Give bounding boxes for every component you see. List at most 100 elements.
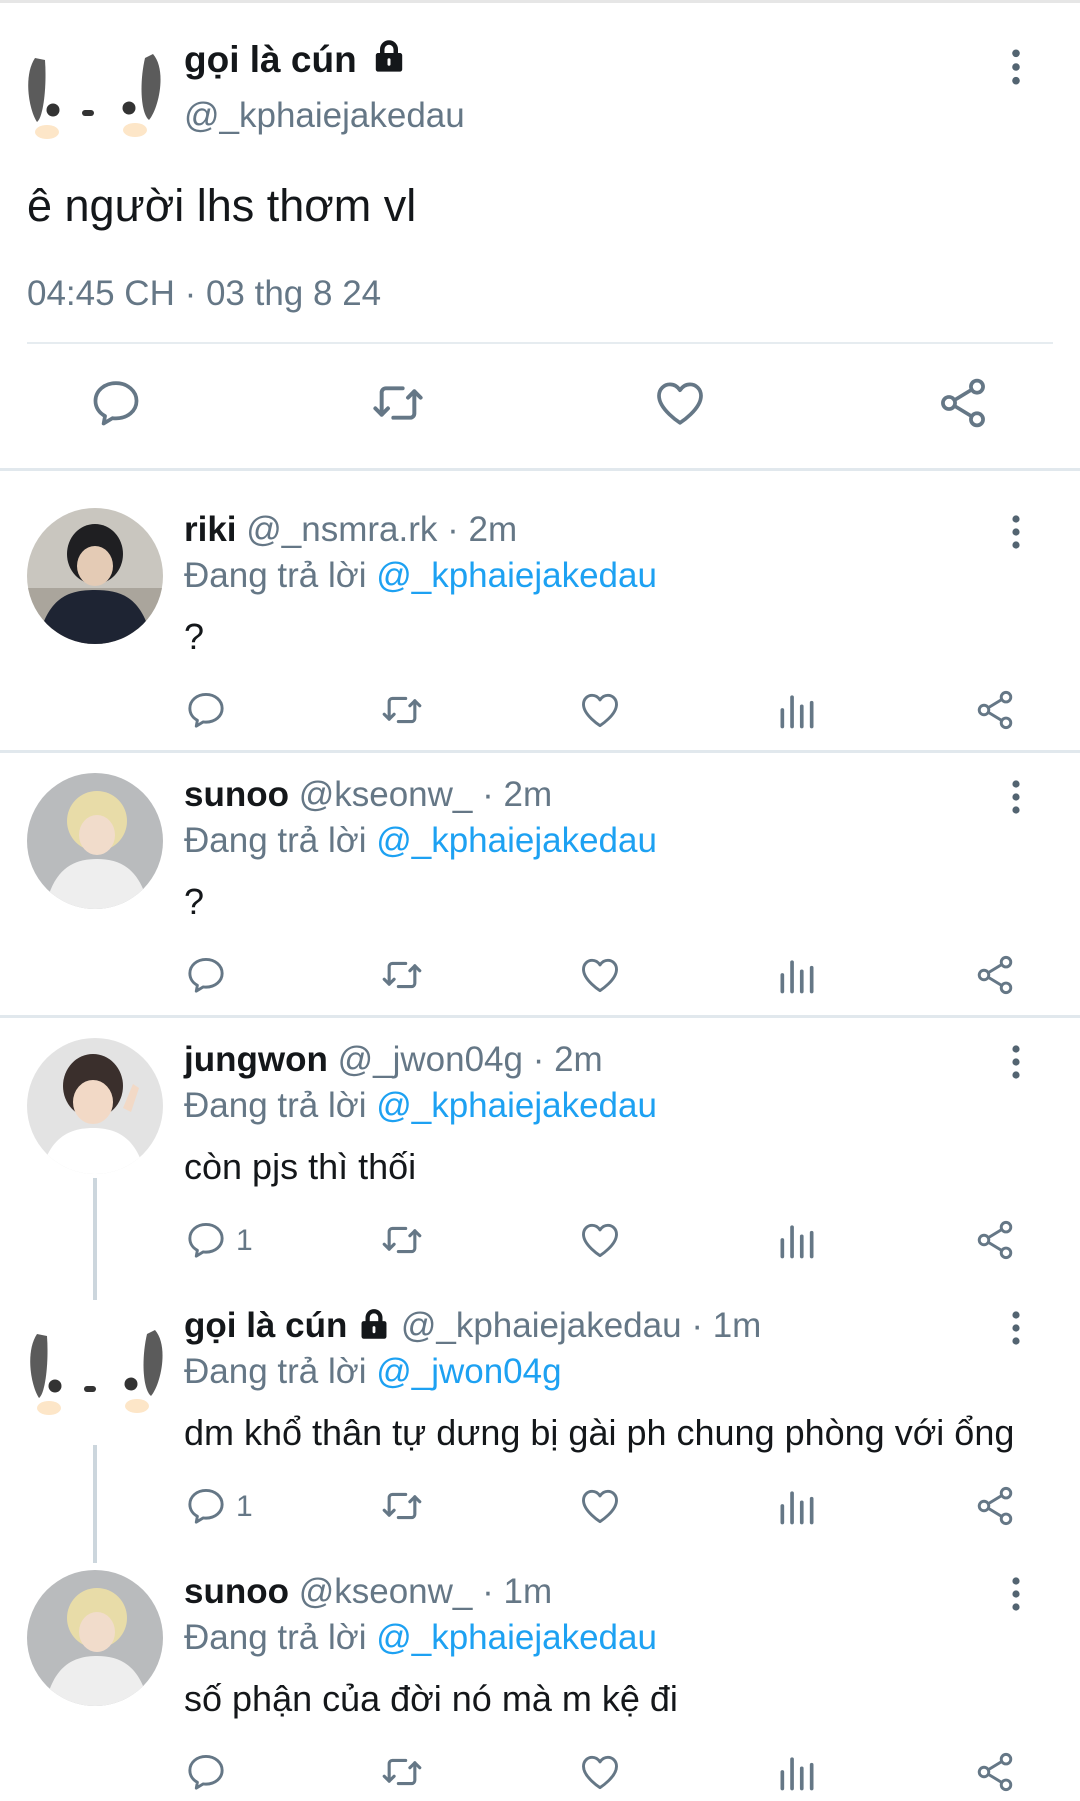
retweet-icon[interactable] <box>380 1750 424 1794</box>
reply-time: · 2m <box>447 510 518 549</box>
reply-time: · 2m <box>482 775 553 814</box>
reply-handle[interactable]: @kseonw_ <box>299 775 473 814</box>
reply-display-name[interactable]: gọi là cún <box>184 1306 347 1345</box>
reply-actions <box>0 688 1080 736</box>
display-name-text: gọi là cún <box>184 39 357 80</box>
dog-face-avatar[interactable] <box>27 1324 167 1424</box>
reply-actions: 1 <box>0 1218 1080 1266</box>
reply-handle[interactable]: @_jwon04g <box>338 1040 523 1079</box>
main-tweet: gọi là cún @_kphaiejakedau ê người lhs t… <box>0 0 1080 470</box>
divider <box>27 342 1053 344</box>
reply-time: · 2m <box>532 1040 603 1079</box>
share-icon[interactable] <box>973 1750 1017 1794</box>
separator <box>0 1015 1080 1018</box>
reply-count: 1 <box>236 1490 253 1523</box>
reply-header[interactable]: jungwon @_jwon04g · 2m <box>184 1040 603 1080</box>
share-icon[interactable] <box>973 1218 1017 1262</box>
share-icon[interactable] <box>973 1484 1017 1528</box>
like-icon[interactable] <box>578 953 622 997</box>
reply-header[interactable]: sunoo @kseonw_ · 1m <box>184 1572 552 1612</box>
reply-actions: 1 <box>0 1484 1080 1532</box>
like-icon[interactable] <box>652 375 708 431</box>
views-stats-icon[interactable] <box>775 1218 819 1262</box>
avatar[interactable] <box>27 773 163 909</box>
reply-handle[interactable]: @kseonw_ <box>299 1572 473 1611</box>
reply-tweet: sunoo @kseonw_ · 2m Đang trả lời @_kphai… <box>0 773 1080 993</box>
replying-to: Đang trả lời @_kphaiejakedau <box>184 556 657 596</box>
retweet-icon[interactable] <box>370 375 426 431</box>
mention-link[interactable]: @_kphaiejakedau <box>376 1618 657 1657</box>
replying-to: Đang trả lời @_kphaiejakedau <box>184 1086 657 1126</box>
like-icon[interactable] <box>578 688 622 732</box>
user-handle[interactable]: @_kphaiejakedau <box>184 96 465 136</box>
retweet-icon[interactable] <box>380 1484 424 1528</box>
reply-icon[interactable] <box>184 1218 228 1262</box>
mention-link[interactable]: @_kphaiejakedau <box>376 1086 657 1125</box>
replying-to: Đang trả lời @_jwon04g <box>184 1352 562 1392</box>
reply-text: dm khổ thân tự dưng bị gài ph chung phòn… <box>184 1412 1015 1453</box>
lock-icon <box>357 1307 391 1341</box>
reply-tweet: riki @_nsmra.rk · 2m Đang trả lời @_kpha… <box>0 508 1080 728</box>
reply-text: ? <box>184 616 205 657</box>
replying-prefix: Đang trả lời <box>184 556 367 595</box>
retweet-icon[interactable] <box>380 953 424 997</box>
replying-prefix: Đang trả lời <box>184 1352 367 1391</box>
reply-display-name[interactable]: sunoo <box>184 775 289 814</box>
reply-header[interactable]: gọi là cún @_kphaiejakedau · 1m <box>184 1306 761 1346</box>
more-options-icon[interactable] <box>1010 1044 1022 1080</box>
like-icon[interactable] <box>578 1750 622 1794</box>
share-icon[interactable] <box>935 375 991 431</box>
reply-icon[interactable] <box>88 375 144 431</box>
display-name[interactable]: gọi là cún <box>184 38 407 81</box>
views-stats-icon[interactable] <box>775 953 819 997</box>
reply-actions <box>0 1750 1080 1798</box>
replying-to: Đang trả lời @_kphaiejakedau <box>184 1618 657 1658</box>
reply-icon[interactable] <box>184 1484 228 1528</box>
reply-tweet: gọi là cún @_kphaiejakedau · 1m Đang trả… <box>0 1304 1080 1524</box>
separator <box>0 750 1080 753</box>
reply-handle[interactable]: @_kphaiejakedau <box>401 1306 682 1345</box>
avatar[interactable] <box>27 1038 163 1174</box>
dog-face-avatar[interactable] <box>25 48 165 148</box>
tweet-timestamp: 04:45 CH · 03 thg 8 24 <box>27 274 382 313</box>
reply-time: · 1m <box>691 1306 762 1345</box>
share-icon[interactable] <box>973 688 1017 732</box>
reply-display-name[interactable]: jungwon <box>184 1040 328 1079</box>
retweet-icon[interactable] <box>380 1218 424 1262</box>
lock-icon <box>371 38 407 74</box>
more-options-icon[interactable] <box>1010 1576 1022 1612</box>
retweet-icon[interactable] <box>380 688 424 732</box>
views-stats-icon[interactable] <box>775 1484 819 1528</box>
reply-icon[interactable] <box>184 1750 228 1794</box>
like-icon[interactable] <box>578 1218 622 1262</box>
avatar[interactable] <box>27 508 163 644</box>
reply-actions <box>0 953 1080 1001</box>
more-options-icon[interactable] <box>1010 1310 1022 1346</box>
replying-prefix: Đang trả lời <box>184 1086 367 1125</box>
more-options-icon[interactable] <box>1010 48 1022 86</box>
reply-icon[interactable] <box>184 953 228 997</box>
more-options-icon[interactable] <box>1010 514 1022 550</box>
reply-display-name[interactable]: riki <box>184 510 237 549</box>
reply-header[interactable]: sunoo @kseonw_ · 2m <box>184 775 552 815</box>
share-icon[interactable] <box>973 953 1017 997</box>
reply-handle[interactable]: @_nsmra.rk <box>246 510 437 549</box>
reply-display-name[interactable]: sunoo <box>184 1572 289 1611</box>
separator <box>0 468 1080 471</box>
reply-time: · 1m <box>482 1572 553 1611</box>
mention-link[interactable]: @_kphaiejakedau <box>376 821 657 860</box>
reply-header[interactable]: riki @_nsmra.rk · 2m <box>184 510 517 550</box>
reply-tweet: sunoo @kseonw_ · 1m Đang trả lời @_kphai… <box>0 1570 1080 1790</box>
views-stats-icon[interactable] <box>775 688 819 732</box>
more-options-icon[interactable] <box>1010 779 1022 815</box>
tweet-text: ê người lhs thơm vl <box>27 180 417 231</box>
replying-prefix: Đang trả lời <box>184 821 367 860</box>
reply-text: số phận của đời nó mà m kệ đi <box>184 1678 678 1719</box>
views-stats-icon[interactable] <box>775 1750 819 1794</box>
mention-link[interactable]: @_jwon04g <box>376 1352 561 1391</box>
avatar[interactable] <box>27 1570 163 1706</box>
reply-text: ? <box>184 881 205 922</box>
mention-link[interactable]: @_kphaiejakedau <box>376 556 657 595</box>
reply-icon[interactable] <box>184 688 228 732</box>
like-icon[interactable] <box>578 1484 622 1528</box>
